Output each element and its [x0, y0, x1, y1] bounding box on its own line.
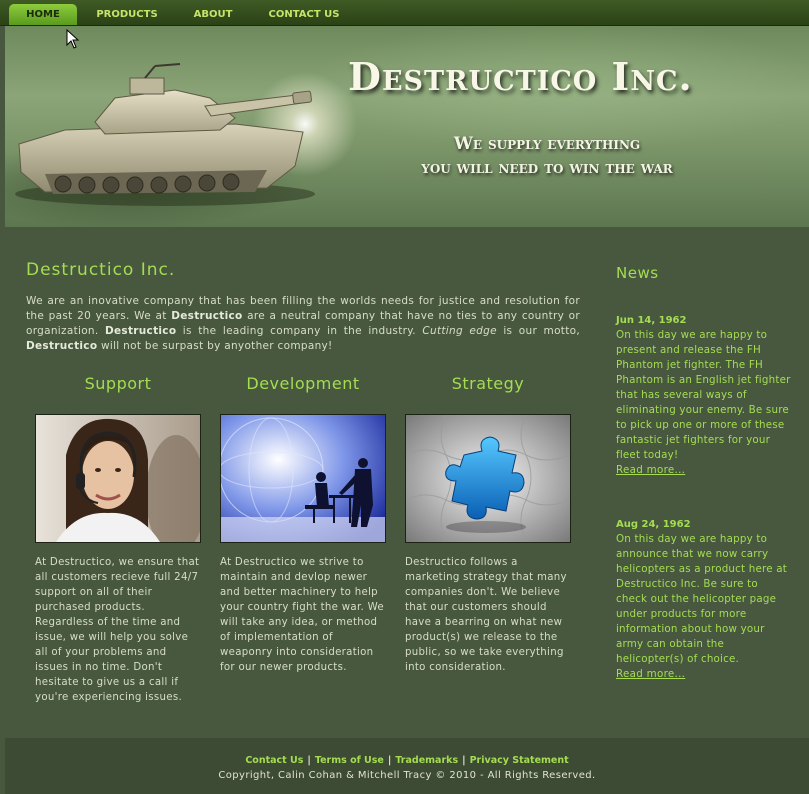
- news-date: Aug 24, 1962: [616, 519, 691, 530]
- development-image: [220, 414, 386, 543]
- nav-home-tab[interactable]: HOME: [9, 4, 77, 25]
- news-item: Jun 14, 1962 On this day we are happy to…: [616, 313, 792, 478]
- news-heading: News: [616, 264, 659, 282]
- footer-separator: |: [387, 755, 392, 766]
- support-heading: Support: [84, 374, 152, 393]
- page-footer: Contact Us | Terms of Use | Trademarks | Priva…: [5, 738, 809, 794]
- intro-brand: Destructico: [105, 325, 177, 337]
- support-image: [35, 414, 201, 543]
- footer-separator: |: [307, 755, 311, 766]
- news-item: Aug 24, 1962 On this day we are happy to…: [616, 517, 792, 682]
- copyright-text: Copyright, Calin Cohan & Mitchell Tracy …: [218, 770, 596, 781]
- header-banner: Destructico Inc. We supply everything yo…: [5, 26, 809, 227]
- footer-trademarks-link[interactable]: Trademarks: [395, 755, 458, 766]
- news-date: Jun 14, 1962: [616, 315, 687, 326]
- banner-tagline-line2: you will need to win the war: [421, 158, 673, 178]
- company-intro: We are an inovative company that has bee…: [26, 294, 580, 354]
- news-text: On this day we are happy to present and …: [616, 329, 791, 461]
- intro-brand: Destructico: [171, 310, 243, 322]
- footer-links: Contact Us | Terms of Use | Trademarks | Priva…: [5, 755, 809, 766]
- footer-terms-link[interactable]: Terms of Use: [315, 755, 384, 766]
- development-heading: Development: [246, 374, 360, 393]
- intro-motto: Cutting edge: [422, 325, 497, 337]
- intro-text: will not be surpast by anyother company!: [97, 340, 333, 352]
- footer-separator: |: [462, 755, 466, 766]
- nav-contact-tab[interactable]: CONTACT US: [265, 4, 343, 25]
- intro-brand: Destructico: [26, 340, 98, 352]
- tank-illustration: [15, 63, 315, 206]
- intro-text: is our motto,: [496, 325, 580, 337]
- support-text: At Destructico, we ensure that all custo…: [35, 557, 200, 703]
- nav-products-tab[interactable]: PRODUCTS: [92, 4, 162, 25]
- news-text: On this day we are happy to announce tha…: [616, 533, 787, 665]
- banner-tagline-line1: We supply everything: [453, 134, 641, 154]
- development-text: At Destructico we strive to maintain and…: [220, 557, 384, 673]
- read-more-link[interactable]: Read more...: [616, 667, 792, 682]
- intro-text: is the leading company in the industry.: [176, 325, 423, 337]
- company-heading: Destructico Inc.: [26, 260, 176, 280]
- strategy-image: [405, 414, 571, 543]
- footer-contact-link[interactable]: Contact Us: [245, 755, 303, 766]
- nav-about-tab[interactable]: ABOUT: [186, 4, 240, 25]
- read-more-link[interactable]: Read more...: [616, 463, 792, 478]
- top-navigation: HOME PRODUCTS ABOUT CONTACT US: [0, 0, 809, 26]
- strategy-text: Destructico follows a marketing strategy…: [405, 557, 567, 673]
- mouse-pointer-icon: [66, 29, 80, 49]
- footer-privacy-link[interactable]: Privacy Statement: [470, 755, 569, 766]
- strategy-heading: Strategy: [451, 374, 525, 393]
- banner-title: Destructico Inc.: [348, 54, 693, 99]
